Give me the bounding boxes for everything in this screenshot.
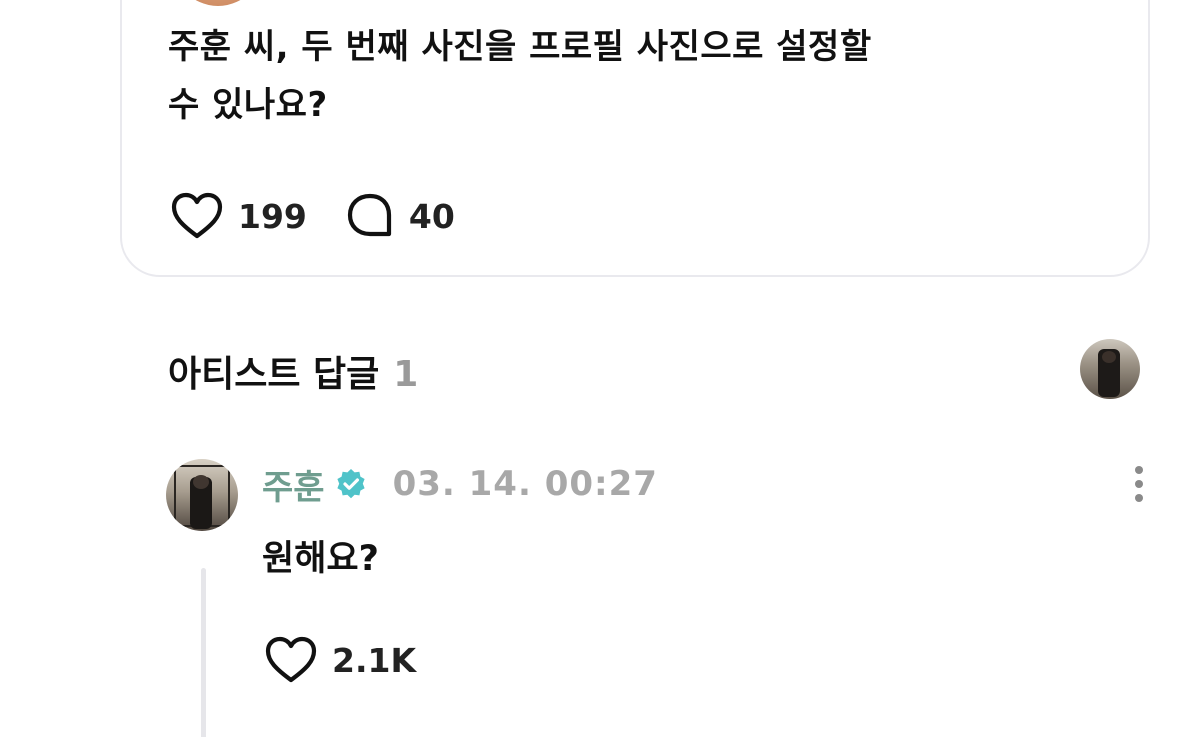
verified-badge-icon xyxy=(336,469,365,499)
reply-like-button[interactable]: 2.1K xyxy=(264,636,416,684)
reply-author-name[interactable]: 주훈 xyxy=(262,460,325,509)
section-count: 1 xyxy=(393,354,419,395)
post-like-button[interactable]: 199 xyxy=(170,192,307,240)
thread-line xyxy=(201,568,206,737)
post-actions: 199 40 xyxy=(170,192,455,240)
post-comment-button[interactable]: 40 xyxy=(345,192,455,240)
more-vertical-icon xyxy=(1135,480,1143,488)
page: 주훈 씨, 두 번째 사진을 프로필 사진으로 설정할 수 있나요? 199 4… xyxy=(0,0,1199,737)
heart-icon xyxy=(265,636,317,683)
avatar-figure-face xyxy=(193,475,209,489)
reply-timestamp: 03. 14. 00:27 xyxy=(392,464,658,504)
post-comment-count: 40 xyxy=(408,196,455,236)
reply-like-count: 2.1K xyxy=(332,640,417,680)
post-text: 주훈 씨, 두 번째 사진을 프로필 사진으로 설정할 수 있나요? xyxy=(168,18,1048,134)
heart-icon xyxy=(171,192,223,239)
reply-text: 원해요? xyxy=(262,539,379,579)
artist-avatar[interactable] xyxy=(1080,339,1140,399)
artist-replies-header: 아티스트 답글 1 xyxy=(168,345,418,397)
more-vertical-icon xyxy=(1135,466,1143,474)
post-text-line: 주훈 씨, 두 번째 사진을 프로필 사진으로 설정할 xyxy=(168,27,872,67)
post-author-avatar[interactable] xyxy=(170,0,266,6)
post-text-line: 수 있나요? xyxy=(168,85,328,125)
reply-actions: 2.1K xyxy=(264,636,416,684)
avatar-figure-face xyxy=(1102,351,1116,363)
more-vertical-icon xyxy=(1135,494,1143,502)
reply-meta: 주훈 03. 14. 00:27 xyxy=(262,460,658,509)
speech-bubble-icon xyxy=(347,193,391,237)
reply-author-avatar[interactable] xyxy=(166,459,238,531)
post-like-count: 199 xyxy=(238,196,307,236)
more-options-button[interactable] xyxy=(1124,462,1154,506)
section-title: 아티스트 답글 xyxy=(168,354,380,395)
